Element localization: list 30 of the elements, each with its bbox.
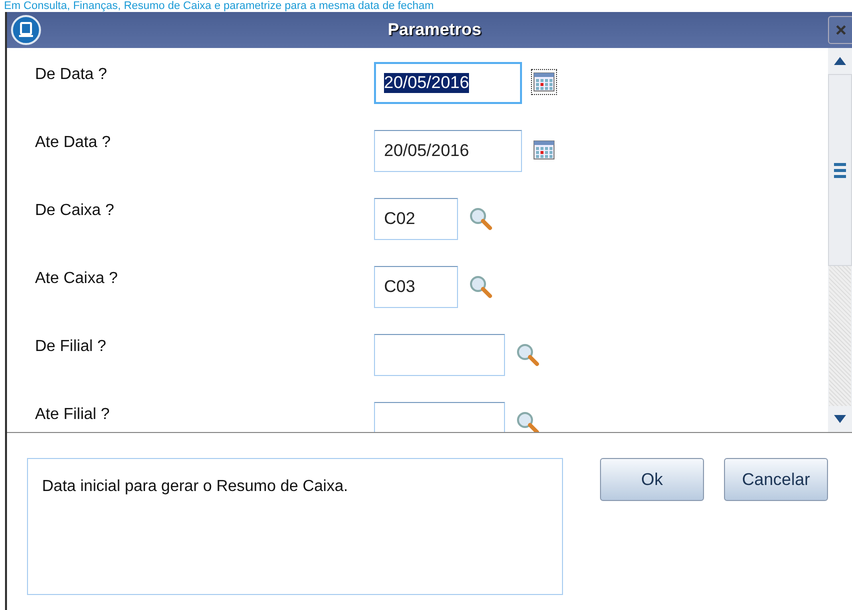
input-field[interactable]: C03: [374, 266, 458, 308]
search-icon[interactable]: [468, 274, 494, 300]
input-field[interactable]: C02: [374, 198, 458, 240]
close-button[interactable]: [828, 16, 852, 44]
scroll-thumb[interactable]: [828, 74, 852, 266]
field-label: Ate Data ?: [35, 133, 112, 152]
scrollbar[interactable]: [828, 48, 852, 432]
input-field[interactable]: [374, 402, 505, 432]
field-label: De Data ?: [35, 65, 108, 84]
field-label: De Filial ?: [35, 337, 108, 356]
help-text: Data inicial para gerar o Resumo de Caixa.: [27, 458, 563, 595]
app-logo-icon: [11, 15, 41, 45]
field-label: Ate Filial ?: [35, 405, 111, 424]
window-title: Parametros: [386, 20, 482, 40]
calendar-icon[interactable]: [532, 70, 556, 94]
dialog-button[interactable]: Ok: [600, 458, 704, 501]
input-field[interactable]: [374, 334, 505, 376]
scroll-up-icon[interactable]: [834, 57, 846, 65]
close-icon: [836, 25, 846, 35]
field-label: De Caixa ?: [35, 201, 116, 220]
scroll-down-icon[interactable]: [834, 415, 846, 423]
input-field[interactable]: 20/05/2016: [374, 62, 522, 104]
input-field[interactable]: 20/05/2016: [374, 130, 522, 172]
search-icon[interactable]: [468, 206, 494, 232]
search-icon[interactable]: [515, 342, 541, 368]
dialog-button[interactable]: Cancelar: [724, 458, 828, 501]
calendar-icon[interactable]: [532, 138, 556, 162]
top-link-text: Em Consulta, Finanças, Resumo de Caixa e parametrize para a mesma data de fecham: [3, 0, 435, 12]
search-icon[interactable]: [515, 410, 541, 432]
field-label: Ate Caixa ?: [35, 269, 119, 288]
